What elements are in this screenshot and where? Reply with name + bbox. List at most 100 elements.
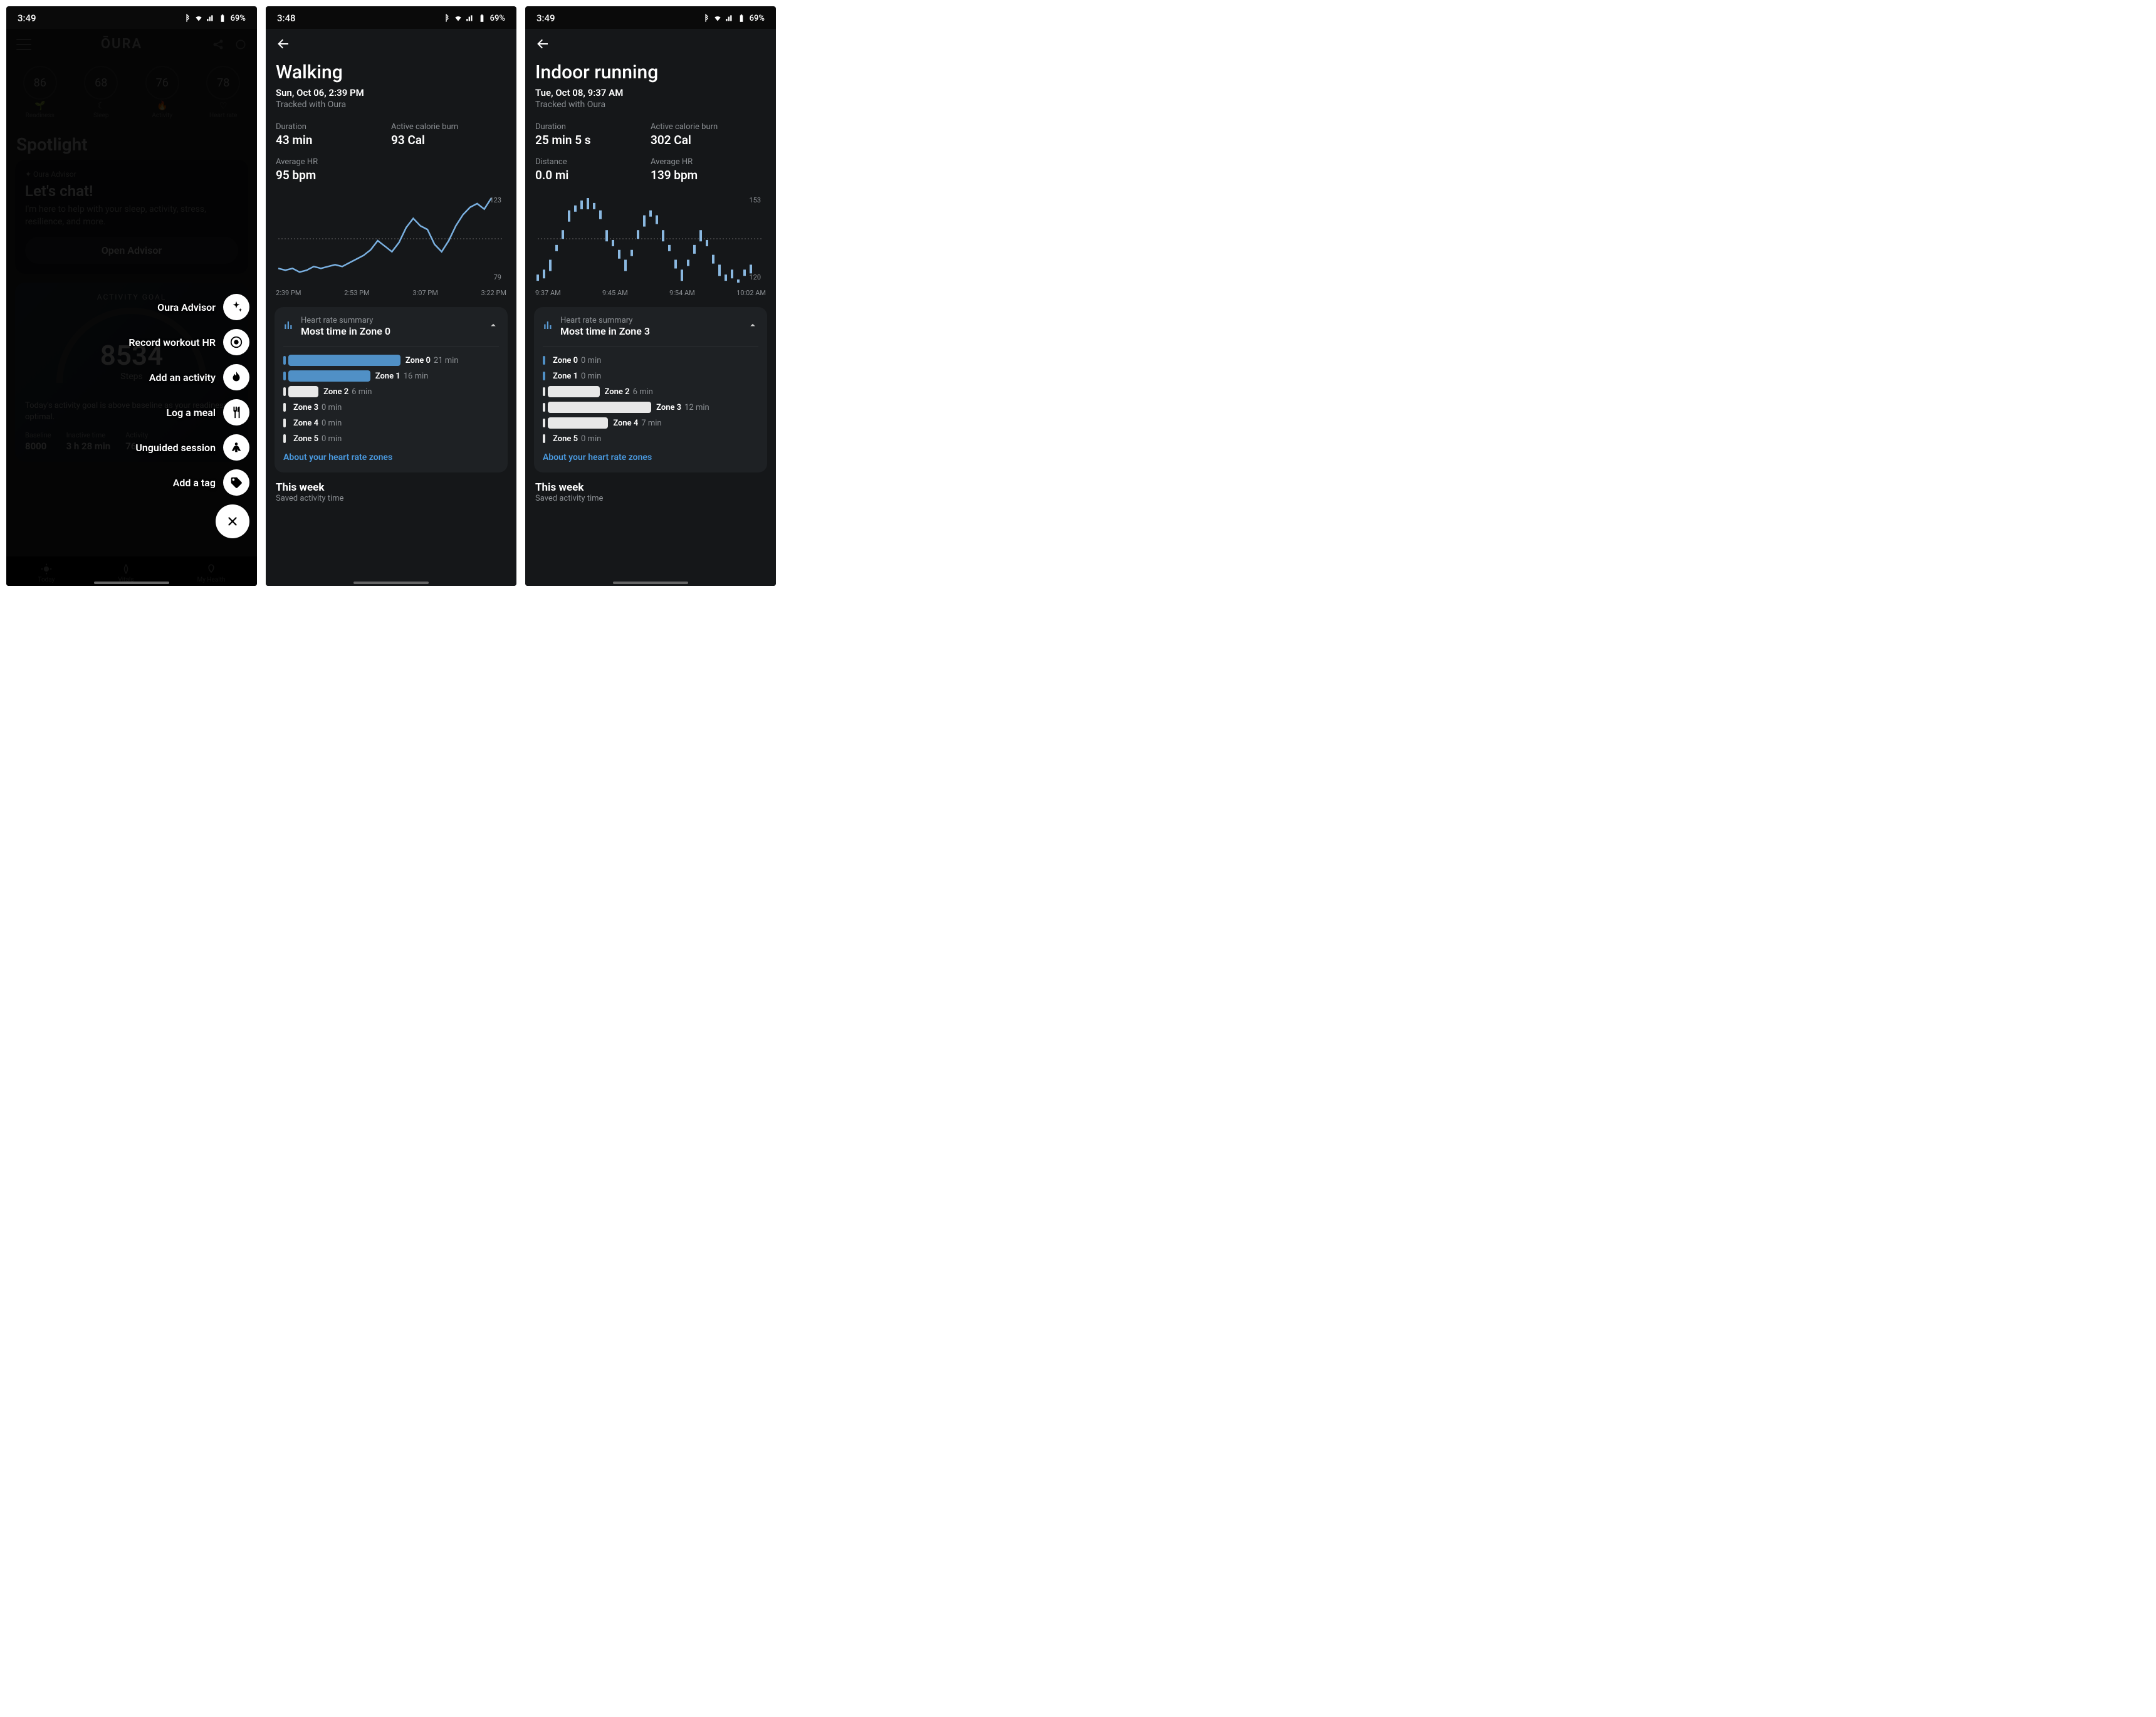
zone-bar — [548, 402, 651, 413]
zone-value: 16 min — [404, 372, 429, 381]
about-zones-link[interactable]: About your heart rate zones — [543, 452, 758, 462]
close-icon[interactable] — [216, 504, 249, 538]
fab-close[interactable] — [216, 504, 249, 538]
status-time: 3:49 — [18, 13, 36, 24]
activity-datetime: Tue, Oct 08, 9:37 AM — [525, 83, 776, 98]
zone-row: Zone 30 min — [283, 401, 499, 414]
fab-menu-overlay[interactable]: Oura Advisor Record workout HR Add an acti… — [6, 29, 257, 586]
bluetooth-icon — [182, 14, 191, 23]
metric-value: 95 bpm — [276, 168, 391, 182]
metric-value: 25 min 5 s — [535, 133, 651, 147]
zone-row: Zone 26 min — [543, 385, 758, 398]
about-zones-link[interactable]: About your heart rate zones — [283, 452, 499, 462]
fork-icon[interactable] — [223, 399, 249, 425]
heart-rate-summary-card[interactable]: Heart rate summary Most time in Zone 3 Z… — [534, 307, 767, 472]
bars-icon — [543, 320, 554, 333]
bars-icon — [283, 320, 295, 333]
zone-bar — [548, 386, 600, 397]
zone-tick — [283, 387, 286, 396]
zone-tick — [543, 434, 545, 443]
meditate-icon[interactable] — [223, 434, 249, 461]
tick-label: 2:53 PM — [344, 289, 369, 297]
fab-label: Log a meal — [166, 407, 216, 419]
metric-value: 93 Cal — [391, 133, 506, 147]
chevron-up-icon[interactable] — [747, 320, 758, 333]
home-indicator — [94, 582, 169, 584]
hrs-headline: Most time in Zone 3 — [560, 325, 650, 337]
svg-text:120: 120 — [749, 273, 761, 281]
fab-label: Unguided session — [135, 442, 216, 454]
battery-icon — [218, 14, 227, 23]
wifi-icon — [713, 14, 722, 23]
hrs-headline: Most time in Zone 0 — [301, 325, 390, 337]
status-battery: 69% — [231, 14, 246, 23]
flame-icon[interactable] — [223, 364, 249, 390]
tick-label: 9:45 AM — [602, 289, 628, 297]
fab-item-flame[interactable]: Add an activity — [149, 364, 249, 390]
tick-label: 3:07 PM — [412, 289, 437, 297]
zone-name: Zone 0 — [553, 356, 578, 365]
zone-tick — [283, 434, 286, 443]
zone-value: 12 min — [684, 403, 709, 412]
metric: Duration25 min 5 s — [535, 118, 651, 154]
fab-item-fork[interactable]: Log a meal — [166, 399, 249, 425]
fab-item-sparkle[interactable]: Oura Advisor — [157, 294, 249, 320]
zone-tick — [543, 372, 545, 380]
fab-item-tag[interactable]: Add a tag — [173, 469, 249, 496]
activity-title: Walking — [266, 61, 516, 83]
back-button[interactable] — [525, 29, 776, 61]
metric-label: Average HR — [276, 157, 391, 167]
zone-name: Zone 5 — [293, 434, 318, 444]
chevron-up-icon[interactable] — [488, 320, 499, 333]
fab-label: Add an activity — [149, 372, 216, 384]
zone-value: 21 min — [434, 356, 459, 365]
zone-tick — [543, 403, 545, 412]
metric: Active calorie burn93 Cal — [391, 118, 506, 154]
zone-row: Zone 10 min — [543, 370, 758, 382]
tag-icon[interactable] — [223, 469, 249, 496]
record-icon[interactable] — [223, 329, 249, 355]
signal-icon — [725, 14, 734, 23]
svg-text:123: 123 — [489, 196, 501, 204]
metric: Average HR139 bpm — [651, 154, 766, 189]
metric-label: Active calorie burn — [391, 122, 506, 132]
status-icons — [442, 14, 486, 23]
zone-name: Zone 1 — [375, 372, 400, 381]
metric: Active calorie burn302 Cal — [651, 118, 766, 154]
status-battery: 69% — [750, 14, 765, 23]
metric: Duration43 min — [276, 118, 391, 154]
zone-name: Zone 0 — [406, 356, 431, 365]
metric-label: Distance — [535, 157, 651, 167]
zone-row: Zone 00 min — [543, 354, 758, 367]
metric-value: 302 Cal — [651, 133, 766, 147]
zone-value: 6 min — [352, 387, 372, 397]
heart-rate-summary-card[interactable]: Heart rate summary Most time in Zone 0 Z… — [275, 307, 508, 472]
zone-name: Zone 3 — [656, 403, 681, 412]
fab-item-meditate[interactable]: Unguided session — [135, 434, 249, 461]
sparkle-icon[interactable] — [223, 294, 249, 320]
fab-item-record[interactable]: Record workout HR — [128, 329, 249, 355]
bluetooth-icon — [442, 14, 451, 23]
back-button[interactable] — [266, 29, 516, 61]
status-icons — [701, 14, 746, 23]
zone-name: Zone 2 — [605, 387, 630, 397]
fab-label: Record workout HR — [128, 337, 216, 348]
fab-label: Add a tag — [173, 477, 216, 489]
bluetooth-icon — [701, 14, 710, 23]
battery-icon — [737, 14, 746, 23]
phone-screenshot-1: 3:49 69% ŌURA 86🌱Readiness 68☾Sleep 76🔥A… — [6, 6, 257, 586]
zone-tick — [543, 356, 545, 365]
zone-row: Zone 2 6 min — [283, 385, 499, 398]
svg-text:79: 79 — [494, 273, 501, 281]
wifi-icon — [194, 14, 203, 23]
zone-bar — [288, 386, 318, 397]
metric: Distance0.0 mi — [535, 154, 651, 189]
zone-row: Zone 312 min — [543, 401, 758, 414]
zone-bar — [288, 370, 370, 382]
status-bar: 3:48 69% — [266, 6, 516, 29]
metric-label: Average HR — [651, 157, 766, 167]
zone-row: Zone 1 16 min — [283, 370, 499, 382]
zone-value: 7 min — [641, 419, 661, 428]
zone-value: 0 min — [322, 419, 342, 428]
zone-name: Zone 2 — [323, 387, 348, 397]
